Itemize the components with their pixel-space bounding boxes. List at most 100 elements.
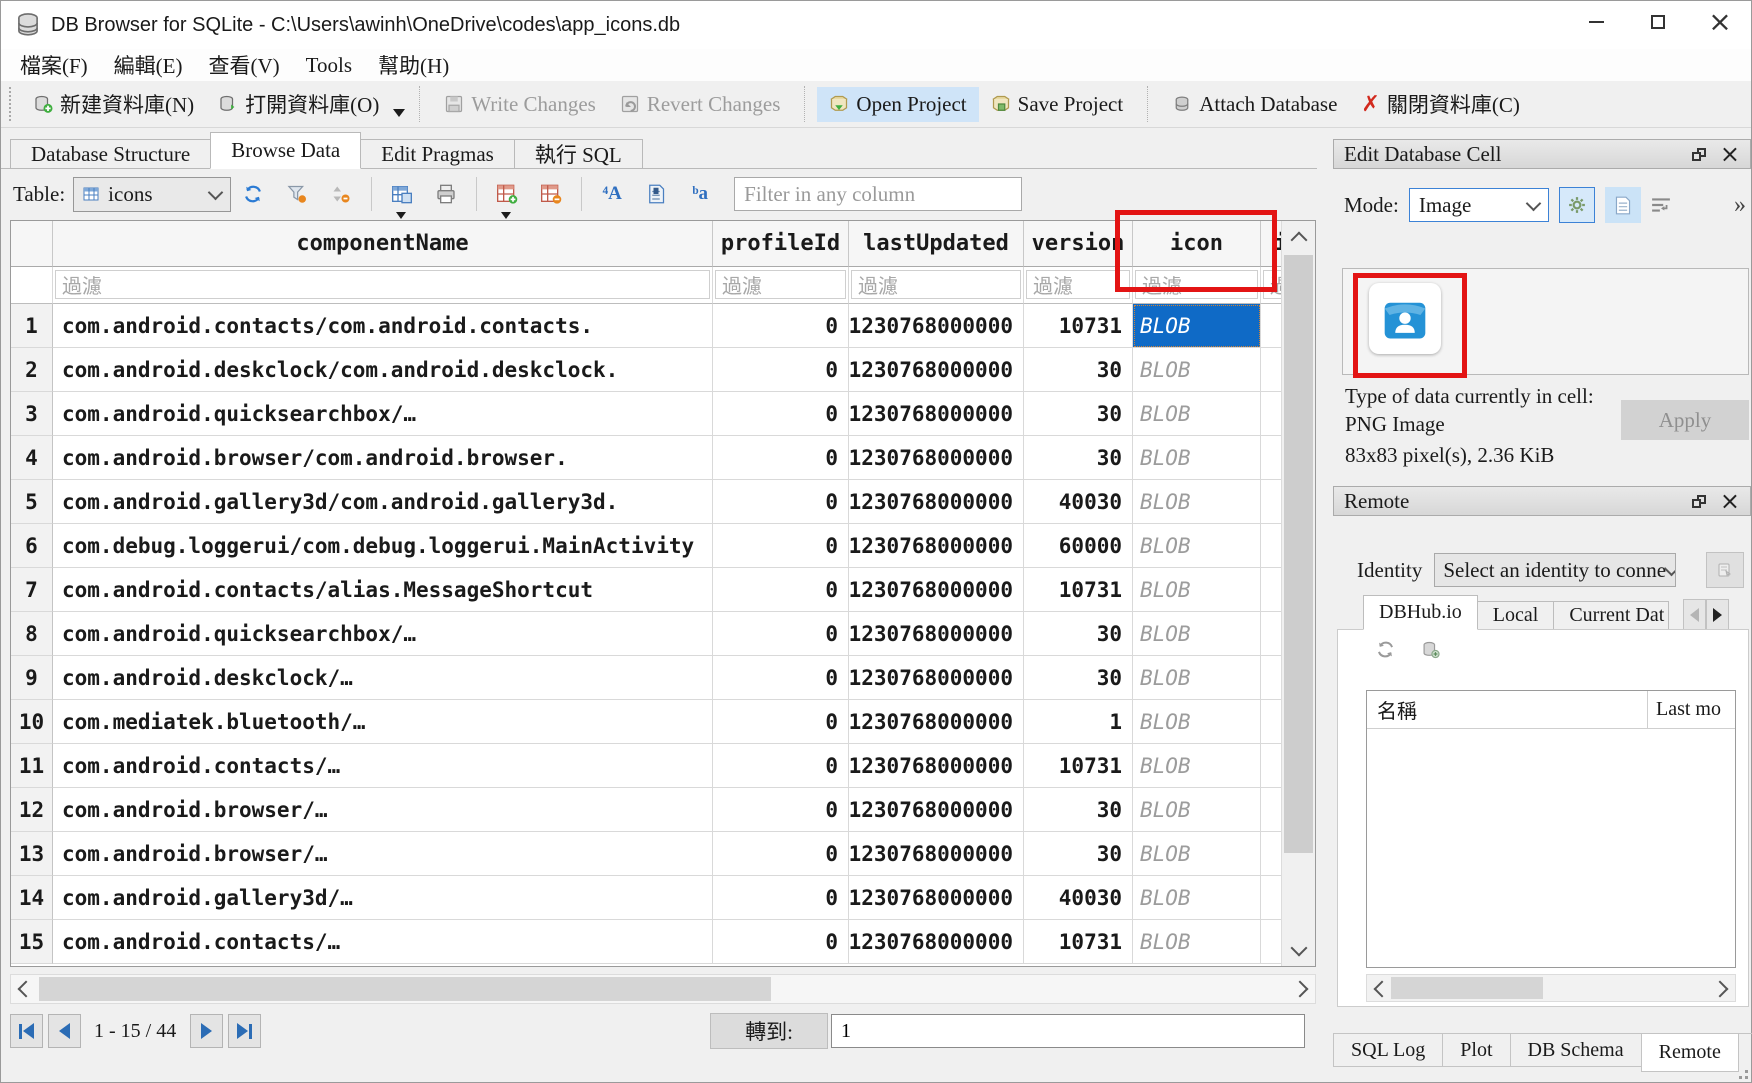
cell-version[interactable]: 30 [1024, 656, 1133, 700]
cell-profileId[interactable]: 0 [713, 656, 849, 700]
write-changes-button[interactable]: Write Changes [432, 87, 608, 122]
open-project-button[interactable]: Open Project [817, 87, 978, 122]
cell-version[interactable]: 30 [1024, 832, 1133, 876]
tabs-scroll-right-button[interactable] [1706, 599, 1729, 630]
row-number[interactable]: 10 [11, 700, 53, 744]
cell-lastUpdated[interactable]: 1230768000000 [849, 920, 1024, 964]
cell-profileId[interactable]: 0 [713, 524, 849, 568]
cell-icon-blob[interactable]: BLOB [1133, 436, 1261, 480]
cell-icon-blob[interactable]: BLOB [1133, 348, 1261, 392]
close-database-button[interactable]: ✗ 關閉資料庫(C) [1349, 84, 1531, 124]
cell-version[interactable]: 30 [1024, 612, 1133, 656]
row-number[interactable]: 6 [11, 524, 53, 568]
col-lastUpdated[interactable]: lastUpdated [849, 221, 1024, 267]
close-dock-icon[interactable]: × [1720, 142, 1740, 166]
close-dock-icon[interactable]: × [1720, 489, 1740, 513]
filter-icon[interactable]: 過濾 [1135, 270, 1258, 299]
delete-record-button[interactable] [536, 178, 566, 210]
cell-componentName[interactable]: com.android.browser/… [53, 788, 713, 832]
cell-version[interactable]: 10731 [1024, 744, 1133, 788]
cell-lastUpdated[interactable]: 1230768000000 [849, 524, 1024, 568]
float-dock-icon[interactable] [1692, 495, 1706, 508]
first-record-button[interactable] [10, 1014, 43, 1048]
cell-icon-blob[interactable]: BLOB [1133, 480, 1261, 524]
cell-lastUpdated[interactable]: 1230768000000 [849, 348, 1024, 392]
vertical-scrollbar-thumb[interactable] [1284, 255, 1313, 853]
cell-componentName[interactable]: com.android.quicksearchbox/… [53, 392, 713, 436]
scroll-right-button[interactable] [1709, 975, 1735, 1003]
new-database-button[interactable]: 新建資料庫(N) [21, 84, 206, 124]
tab-execute-sql[interactable]: 執行 SQL [514, 139, 643, 169]
tabs-scroll-left-button[interactable] [1683, 599, 1706, 630]
scroll-up-button[interactable] [1282, 221, 1315, 253]
row-number[interactable]: 7 [11, 568, 53, 612]
tab-current-database[interactable]: Current Dat [1553, 601, 1669, 630]
cell-componentName[interactable]: com.android.contacts/com.android.contact… [53, 304, 713, 348]
col-componentName[interactable]: componentName [53, 221, 713, 267]
cell-version[interactable]: 40030 [1024, 876, 1133, 920]
identity-selector[interactable]: Select an identity to conne [1434, 553, 1676, 587]
font-button[interactable]: ⁴A [597, 178, 627, 210]
cell-lastUpdated[interactable]: 1230768000000 [849, 436, 1024, 480]
cell-version[interactable]: 10731 [1024, 920, 1133, 964]
save-results-dropdown-icon[interactable] [396, 212, 406, 219]
cell-componentName[interactable]: com.android.contacts/… [53, 744, 713, 788]
cell-version[interactable]: 30 [1024, 348, 1133, 392]
cell-profileId[interactable]: 0 [713, 788, 849, 832]
row-number[interactable]: 11 [11, 744, 53, 788]
row-number[interactable]: 14 [11, 876, 53, 920]
identity-settings-button[interactable] [1706, 552, 1744, 588]
cell-icon-blob[interactable]: BLOB [1133, 744, 1261, 788]
cell-componentName[interactable]: com.android.deskclock/… [53, 656, 713, 700]
filter-profileId[interactable]: 過濾 [715, 270, 846, 299]
auto-switch-mode-button[interactable] [1559, 187, 1595, 223]
filter-componentName[interactable]: 過濾 [55, 270, 710, 299]
maximize-button[interactable] [1627, 1, 1689, 43]
cell-lastUpdated[interactable]: 1230768000000 [849, 392, 1024, 436]
cell-profileId[interactable]: 0 [713, 568, 849, 612]
remote-horizontal-scrollbar[interactable] [1366, 974, 1736, 1002]
cell-profileId[interactable]: 0 [713, 876, 849, 920]
filter-any-column-input[interactable] [734, 177, 1022, 211]
expand-toolbar-icon[interactable]: » [1734, 192, 1744, 219]
filter-button[interactable] [282, 178, 312, 210]
open-database-dropdown-icon[interactable] [393, 109, 405, 117]
clone-database-icon[interactable] [1421, 640, 1440, 659]
cell-version[interactable]: 30 [1024, 436, 1133, 480]
cell-componentName[interactable]: com.mediatek.bluetooth/… [53, 700, 713, 744]
cell-lastUpdated[interactable]: 1230768000000 [849, 656, 1024, 700]
cell-componentName[interactable]: com.android.deskclock/com.android.deskcl… [53, 348, 713, 392]
insert-record-button[interactable] [492, 178, 522, 210]
tab-browse-data[interactable]: Browse Data [210, 132, 361, 169]
save-results-button[interactable] [387, 178, 417, 210]
insert-record-dropdown-icon[interactable] [501, 212, 511, 219]
cell-version[interactable]: 10731 [1024, 304, 1133, 348]
cell-icon-blob[interactable]: BLOB [1133, 832, 1261, 876]
cell-version[interactable]: 10731 [1024, 568, 1133, 612]
log-button[interactable] [641, 178, 671, 210]
cell-icon-blob[interactable]: BLOB [1133, 568, 1261, 612]
scroll-left-button[interactable] [11, 975, 37, 1003]
cell-lastUpdated[interactable]: 1230768000000 [849, 612, 1024, 656]
vertical-scrollbar[interactable] [1281, 221, 1315, 966]
cell-lastUpdated[interactable]: 1230768000000 [849, 304, 1024, 348]
tab-edit-pragmas[interactable]: Edit Pragmas [360, 139, 515, 169]
word-wrap-icon[interactable] [1651, 197, 1671, 213]
menu-edit[interactable]: 編輯(E) [101, 50, 196, 80]
cell-profileId[interactable]: 0 [713, 832, 849, 876]
refresh-button[interactable] [238, 178, 268, 210]
tab-remote[interactable]: Remote [1641, 1034, 1739, 1072]
clear-sort-button[interactable] [326, 178, 356, 210]
cell-profileId[interactable]: 0 [713, 348, 849, 392]
cell-icon-blob[interactable]: BLOB [1133, 612, 1261, 656]
cell-componentName[interactable]: com.android.gallery3d/… [53, 876, 713, 920]
cell-profileId[interactable]: 0 [713, 612, 849, 656]
cell-icon-blob[interactable]: BLOB [1133, 700, 1261, 744]
cell-lastUpdated[interactable]: 1230768000000 [849, 700, 1024, 744]
cell-icon-blob[interactable]: BLOB [1133, 304, 1261, 348]
row-number[interactable]: 4 [11, 436, 53, 480]
cell-lastUpdated[interactable]: 1230768000000 [849, 876, 1024, 920]
row-number[interactable]: 13 [11, 832, 53, 876]
last-record-button[interactable] [228, 1014, 261, 1048]
col-profileId[interactable]: profileId [713, 221, 849, 267]
